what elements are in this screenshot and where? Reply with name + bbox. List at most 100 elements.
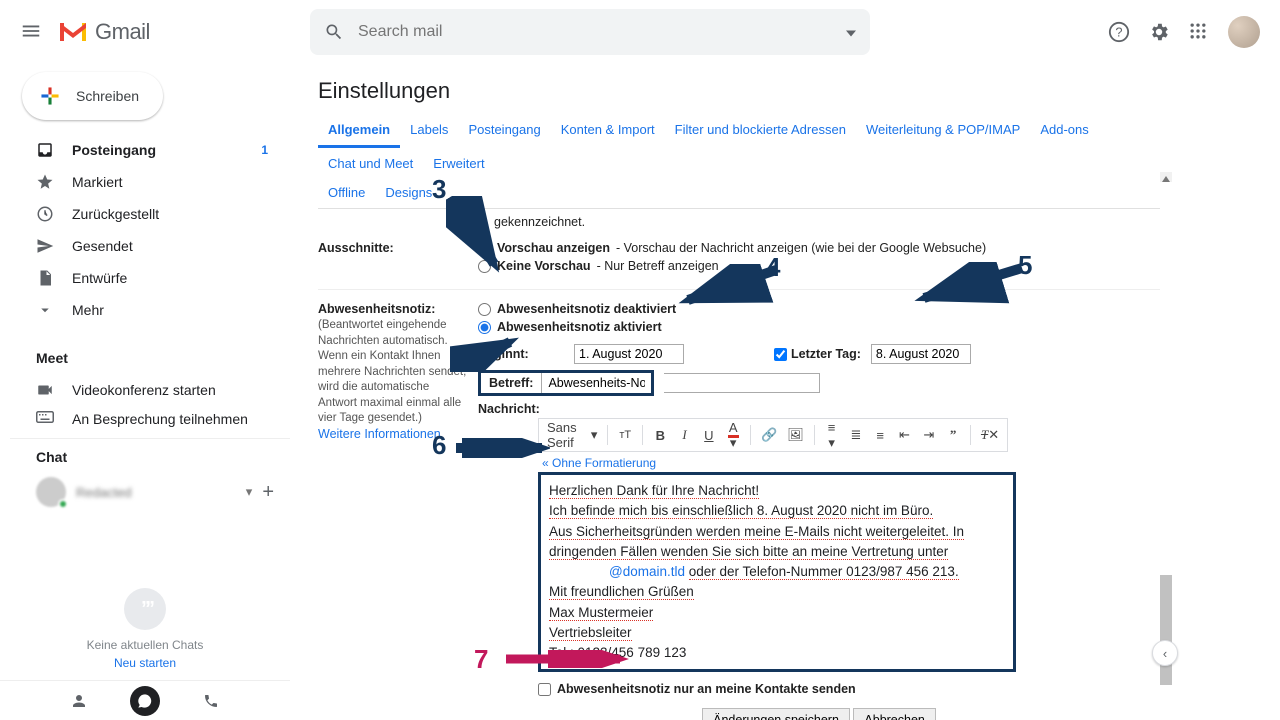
vacation-message-editor[interactable]: Herzlichen Dank für Ihre Nachricht! Ich … bbox=[538, 472, 1016, 672]
begin-date-input[interactable] bbox=[574, 344, 684, 364]
sidebar-item-snoozed[interactable]: Zurückgestellt bbox=[10, 198, 290, 230]
tab-accounts[interactable]: Konten & Import bbox=[551, 114, 665, 148]
text-color-icon[interactable]: A ▾ bbox=[726, 420, 740, 451]
presence-dot-icon bbox=[58, 499, 68, 509]
tab-addons[interactable]: Add-ons bbox=[1030, 114, 1098, 148]
list-bulleted-icon[interactable]: ≡ bbox=[873, 428, 887, 443]
gmail-logo[interactable]: Gmail bbox=[58, 19, 150, 45]
vacation-desc: (Beantwortet eingehende Nachrichten auto… bbox=[318, 318, 470, 427]
meet-start[interactable]: Videokonferenz starten bbox=[10, 374, 290, 406]
align-icon[interactable]: ≡ ▾ bbox=[824, 420, 838, 451]
tab-general[interactable]: Allgemein bbox=[318, 114, 400, 148]
image-icon[interactable]: 🖼 bbox=[787, 427, 804, 443]
star-icon bbox=[36, 173, 54, 191]
cancel-button[interactable]: Abbrechen bbox=[853, 708, 935, 720]
settings-main: Einstellungen Allgemein Labels Posteinga… bbox=[318, 78, 1160, 720]
subject-label: Betreff: bbox=[481, 374, 541, 392]
snippets-hide[interactable]: Keine Vorschau - Nur Betreff anzeigen bbox=[478, 259, 1160, 273]
radio-no-preview[interactable] bbox=[478, 260, 491, 273]
inbox-icon bbox=[36, 141, 54, 159]
underline-icon[interactable]: U bbox=[702, 428, 716, 443]
contacts-only-row[interactable]: Abwesenheitsnotiz nur an meine Kontakte … bbox=[538, 682, 1160, 696]
snippets-show[interactable]: Vorschau anzeigen - Vorschau der Nachric… bbox=[478, 241, 1160, 255]
remove-format-icon[interactable]: T✕ bbox=[981, 427, 999, 443]
svg-text:?: ? bbox=[1115, 25, 1122, 40]
scroll-arrow-up-icon[interactable] bbox=[1160, 172, 1172, 182]
quote-icon[interactable]: ” bbox=[946, 427, 960, 443]
subject-input[interactable] bbox=[541, 373, 651, 393]
bold-icon[interactable]: B bbox=[653, 428, 667, 443]
tab-labels[interactable]: Labels bbox=[400, 114, 458, 148]
phone-icon[interactable] bbox=[196, 686, 226, 716]
tab-filters[interactable]: Filter und blockierte Adressen bbox=[665, 114, 856, 148]
sidebar-item-label: Markiert bbox=[72, 174, 123, 190]
radio-show-preview[interactable] bbox=[478, 242, 491, 255]
snippets-hide-desc: - Nur Betreff anzeigen bbox=[597, 259, 719, 273]
sidebar-item-starred[interactable]: Markiert bbox=[10, 166, 290, 198]
italic-icon[interactable]: I bbox=[677, 427, 691, 443]
sidebar-item-sent[interactable]: Gesendet bbox=[10, 230, 290, 262]
radio-vacation-on[interactable] bbox=[478, 321, 491, 334]
tab-chat[interactable]: Chat und Meet bbox=[318, 148, 423, 179]
search-input[interactable] bbox=[344, 23, 856, 41]
tab-advanced[interactable]: Erweitert bbox=[423, 148, 494, 179]
file-icon bbox=[36, 269, 54, 287]
sidebar-item-inbox[interactable]: Posteingang 1 bbox=[10, 134, 290, 166]
vacation-off-row[interactable]: Abwesenheitsnotiz deaktiviert bbox=[478, 302, 1160, 316]
subject-input-extension[interactable] bbox=[664, 373, 820, 393]
snippets-label: Ausschnitte: bbox=[318, 241, 478, 277]
sidebar-item-label: Posteingang bbox=[72, 142, 156, 158]
sidebar-item-label: Entwürfe bbox=[72, 270, 127, 286]
account-avatar[interactable] bbox=[1228, 16, 1260, 48]
tab-forwarding[interactable]: Weiterleitung & POP/IMAP bbox=[856, 114, 1030, 148]
vacation-more-info-link[interactable]: Weitere Informationen bbox=[318, 427, 441, 441]
font-select[interactable]: Sans Serif ▾ bbox=[547, 420, 597, 450]
compose-label: Schreiben bbox=[76, 88, 139, 104]
tab-offline[interactable]: Offline bbox=[318, 179, 375, 208]
tab-inbox[interactable]: Posteingang bbox=[458, 114, 550, 148]
indent-more-icon[interactable]: ⇥ bbox=[922, 427, 936, 443]
apps-grid-icon[interactable] bbox=[1188, 21, 1210, 43]
radio-vacation-off[interactable] bbox=[478, 303, 491, 316]
text-size-icon[interactable]: тT bbox=[618, 429, 632, 441]
vacation-on-row[interactable]: Abwesenheitsnotiz aktiviert bbox=[478, 320, 1160, 334]
snippets-hide-label: Keine Vorschau bbox=[497, 259, 591, 273]
contacts-icon[interactable] bbox=[64, 686, 94, 716]
vacation-mailto-link[interactable]: @domain.tld bbox=[609, 564, 685, 579]
search-bar[interactable] bbox=[310, 9, 870, 55]
help-icon[interactable]: ? bbox=[1108, 21, 1130, 43]
meet-join[interactable]: An Besprechung teilnehmen bbox=[10, 406, 290, 428]
last-day-checkbox[interactable] bbox=[774, 348, 787, 361]
indent-less-icon[interactable]: ⇤ bbox=[897, 427, 911, 443]
compose-plus-icon bbox=[36, 82, 64, 110]
hangouts-empty-text: Keine aktuellen Chats bbox=[0, 638, 290, 652]
settings-gear-icon[interactable] bbox=[1148, 21, 1170, 43]
side-panel-toggle-icon[interactable]: ‹ bbox=[1152, 640, 1178, 666]
sidebar-item-drafts[interactable]: Entwürfe bbox=[10, 262, 290, 294]
hamburger-menu-icon[interactable] bbox=[20, 20, 42, 45]
editor-toolbar: Sans Serif ▾ тT B I U A ▾ 🔗 🖼 bbox=[538, 418, 1008, 452]
hangouts-tab-icon[interactable] bbox=[130, 686, 160, 716]
new-chat-plus-icon[interactable]: + bbox=[262, 481, 274, 504]
save-button[interactable]: Änderungen speichern bbox=[702, 708, 850, 720]
vacation-on-label: Abwesenheitsnotiz aktiviert bbox=[497, 320, 662, 334]
list-numbered-icon[interactable]: ≣ bbox=[849, 427, 863, 443]
prev-section-trail: gekennzeichnet. bbox=[318, 215, 1160, 229]
chevron-down-icon[interactable]: ▾ bbox=[246, 484, 253, 500]
tab-themes[interactable]: Designs bbox=[375, 179, 442, 208]
hangouts-start-link[interactable]: Neu starten bbox=[0, 656, 290, 670]
contacts-only-checkbox[interactable] bbox=[538, 683, 551, 696]
chevron-down-icon bbox=[36, 301, 54, 319]
settings-tabs: Allgemein Labels Posteingang Konten & Im… bbox=[318, 114, 1160, 209]
plain-text-link[interactable]: « Ohne Formatierung bbox=[542, 456, 656, 470]
chat-self-name: Redacted bbox=[76, 485, 236, 500]
last-date-input[interactable] bbox=[871, 344, 971, 364]
sidebar-item-more[interactable]: Mehr bbox=[10, 294, 290, 326]
scrollbar-thumb[interactable] bbox=[1160, 575, 1172, 685]
search-options-caret-icon[interactable] bbox=[846, 25, 856, 40]
chat-self-row[interactable]: Redacted ▾ + bbox=[10, 473, 290, 511]
link-icon[interactable]: 🔗 bbox=[761, 427, 777, 443]
vacation-label: Abwesenheitsnotiz: (Beantwortet eingehen… bbox=[318, 302, 478, 720]
send-icon bbox=[36, 237, 54, 255]
compose-button[interactable]: Schreiben bbox=[22, 72, 163, 120]
